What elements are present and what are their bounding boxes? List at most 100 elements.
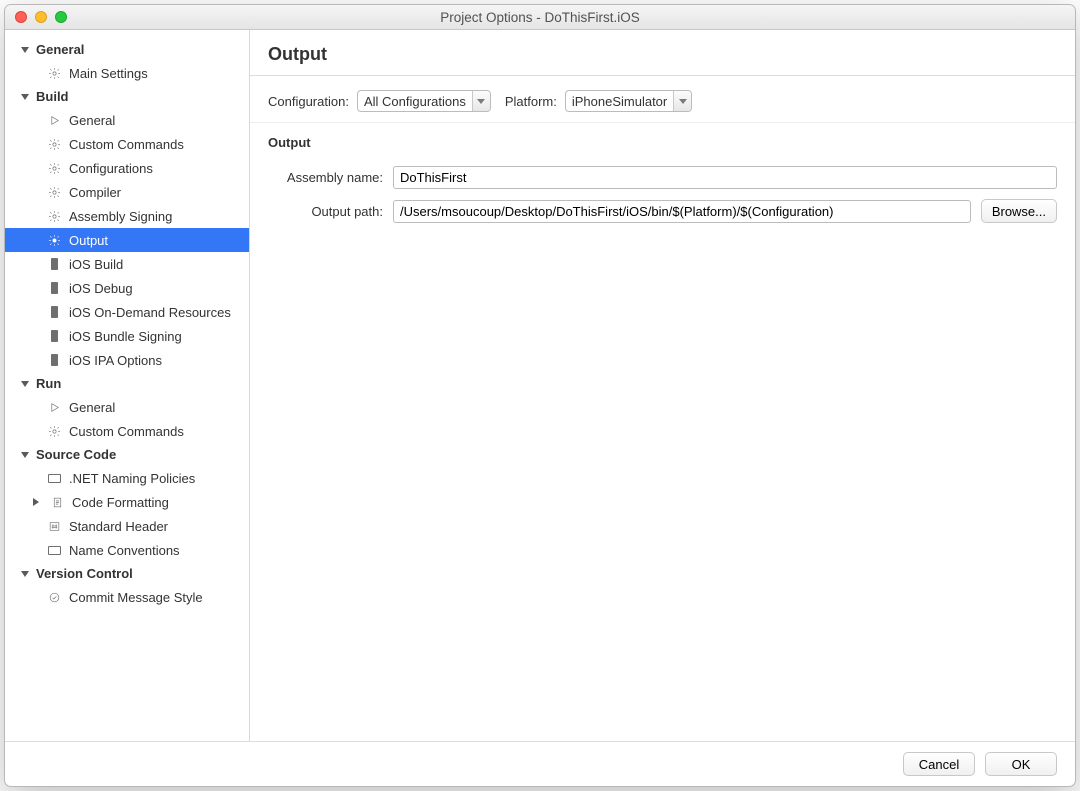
assembly-name-row: Assembly name: bbox=[268, 166, 1057, 189]
sidebar-item-net-naming-policies[interactable]: .NET Naming Policies bbox=[5, 466, 249, 490]
output-path-input[interactable] bbox=[393, 200, 971, 223]
phone-icon bbox=[47, 282, 61, 294]
sidebar-cat-versioncontrol[interactable]: Version Control bbox=[5, 562, 249, 585]
chevron-down-icon bbox=[673, 91, 691, 111]
sidebar-item-label: iOS Build bbox=[69, 257, 123, 272]
sidebar-cat-build[interactable]: Build bbox=[5, 85, 249, 108]
page-title: Output bbox=[250, 30, 1075, 76]
sidebar-item-label: Custom Commands bbox=[69, 424, 184, 439]
disclosure-down-icon bbox=[21, 47, 29, 53]
sidebar-item-label: Code Formatting bbox=[72, 495, 169, 510]
output-path-label: Output path: bbox=[268, 204, 383, 219]
sidebar-item-label: iOS Debug bbox=[69, 281, 133, 296]
phone-icon bbox=[47, 306, 61, 318]
gear-icon bbox=[47, 425, 61, 438]
sidebar-item-label: General bbox=[69, 113, 115, 128]
sidebar-item-label: Compiler bbox=[69, 185, 121, 200]
sidebar-item-custom-commands[interactable]: Custom Commands bbox=[5, 132, 249, 156]
phone-icon bbox=[47, 258, 61, 270]
play-icon bbox=[47, 114, 61, 127]
sidebar-cat-label: Build bbox=[36, 89, 69, 104]
sidebar-item-commit-message-style[interactable]: Commit Message Style bbox=[5, 585, 249, 609]
main-panel: Output Configuration: All Configurations… bbox=[250, 30, 1075, 741]
hash-icon bbox=[47, 520, 61, 533]
checkmark-circle-icon bbox=[47, 591, 61, 604]
sidebar-item-label: Name Conventions bbox=[69, 543, 180, 558]
output-form: Assembly name: Output path: Browse... bbox=[250, 156, 1075, 223]
cancel-button[interactable]: Cancel bbox=[903, 752, 975, 776]
sidebar-item-compiler[interactable]: Compiler bbox=[5, 180, 249, 204]
sidebar-item-run-general[interactable]: General bbox=[5, 395, 249, 419]
sidebar-cat-label: Source Code bbox=[36, 447, 116, 462]
assembly-name-input[interactable] bbox=[393, 166, 1057, 189]
disclosure-down-icon bbox=[21, 452, 29, 458]
sidebar-item-run-custom-commands[interactable]: Custom Commands bbox=[5, 419, 249, 443]
gear-icon bbox=[47, 186, 61, 199]
chevron-down-icon bbox=[472, 91, 490, 111]
sidebar-item-output[interactable]: Output bbox=[5, 228, 249, 252]
zoom-icon[interactable] bbox=[55, 11, 67, 23]
sidebar-item-build-general[interactable]: General bbox=[5, 108, 249, 132]
output-path-row: Output path: Browse... bbox=[268, 199, 1057, 223]
configuration-value: All Configurations bbox=[358, 91, 472, 111]
keyboard-icon bbox=[47, 474, 61, 483]
sidebar-item-label: Main Settings bbox=[69, 66, 148, 81]
sidebar-item-ios-bundle-signing[interactable]: iOS Bundle Signing bbox=[5, 324, 249, 348]
sidebar-item-standard-header[interactable]: Standard Header bbox=[5, 514, 249, 538]
platform-label: Platform: bbox=[505, 94, 557, 109]
sidebar: General Main Settings Build General Cust… bbox=[5, 30, 250, 741]
sidebar-item-label: Assembly Signing bbox=[69, 209, 172, 224]
browse-button[interactable]: Browse... bbox=[981, 199, 1057, 223]
configuration-label: Configuration: bbox=[268, 94, 349, 109]
sidebar-item-label: Standard Header bbox=[69, 519, 168, 534]
sidebar-cat-sourcecode[interactable]: Source Code bbox=[5, 443, 249, 466]
sidebar-item-label: iOS Bundle Signing bbox=[69, 329, 182, 344]
phone-icon bbox=[47, 354, 61, 366]
platform-dropdown[interactable]: iPhoneSimulator bbox=[565, 90, 692, 112]
window-lights bbox=[15, 11, 67, 23]
dialog-footer: Cancel OK bbox=[5, 741, 1075, 786]
sidebar-item-label: iOS On-Demand Resources bbox=[69, 305, 231, 320]
disclosure-down-icon bbox=[21, 94, 29, 100]
platform-value: iPhoneSimulator bbox=[566, 91, 673, 111]
sidebar-item-name-conventions[interactable]: Name Conventions bbox=[5, 538, 249, 562]
sidebar-cat-label: Run bbox=[36, 376, 61, 391]
close-icon[interactable] bbox=[15, 11, 27, 23]
disclosure-right-icon bbox=[33, 498, 39, 506]
sidebar-item-label: General bbox=[69, 400, 115, 415]
gear-icon bbox=[47, 234, 61, 247]
project-options-window: Project Options - DoThisFirst.iOS Genera… bbox=[4, 4, 1076, 787]
document-icon bbox=[50, 496, 64, 509]
sidebar-cat-label: Version Control bbox=[36, 566, 133, 581]
sidebar-item-ios-debug[interactable]: iOS Debug bbox=[5, 276, 249, 300]
sidebar-item-label: Output bbox=[69, 233, 108, 248]
sidebar-item-code-formatting[interactable]: Code Formatting bbox=[5, 490, 249, 514]
window-title: Project Options - DoThisFirst.iOS bbox=[5, 10, 1075, 25]
sidebar-item-label: Configurations bbox=[69, 161, 153, 176]
configuration-dropdown[interactable]: All Configurations bbox=[357, 90, 491, 112]
assembly-name-label: Assembly name: bbox=[268, 170, 383, 185]
gear-icon bbox=[47, 162, 61, 175]
play-icon bbox=[47, 401, 61, 414]
sidebar-item-label: Custom Commands bbox=[69, 137, 184, 152]
output-section-header: Output bbox=[268, 135, 1057, 150]
sidebar-item-label: .NET Naming Policies bbox=[69, 471, 195, 486]
sidebar-item-assembly-signing[interactable]: Assembly Signing bbox=[5, 204, 249, 228]
sidebar-item-label: iOS IPA Options bbox=[69, 353, 162, 368]
sidebar-item-label: Commit Message Style bbox=[69, 590, 203, 605]
titlebar: Project Options - DoThisFirst.iOS bbox=[5, 5, 1075, 30]
sidebar-item-ios-ondemand[interactable]: iOS On-Demand Resources bbox=[5, 300, 249, 324]
disclosure-down-icon bbox=[21, 381, 29, 387]
gear-icon bbox=[47, 210, 61, 223]
sidebar-item-main-settings[interactable]: Main Settings bbox=[5, 61, 249, 85]
minimize-icon[interactable] bbox=[35, 11, 47, 23]
sidebar-cat-general[interactable]: General bbox=[5, 38, 249, 61]
ok-button[interactable]: OK bbox=[985, 752, 1057, 776]
sidebar-item-configurations[interactable]: Configurations bbox=[5, 156, 249, 180]
sidebar-item-ios-build[interactable]: iOS Build bbox=[5, 252, 249, 276]
sidebar-item-ios-ipa-options[interactable]: iOS IPA Options bbox=[5, 348, 249, 372]
sidebar-cat-run[interactable]: Run bbox=[5, 372, 249, 395]
disclosure-down-icon bbox=[21, 571, 29, 577]
phone-icon bbox=[47, 330, 61, 342]
gear-icon bbox=[47, 138, 61, 151]
